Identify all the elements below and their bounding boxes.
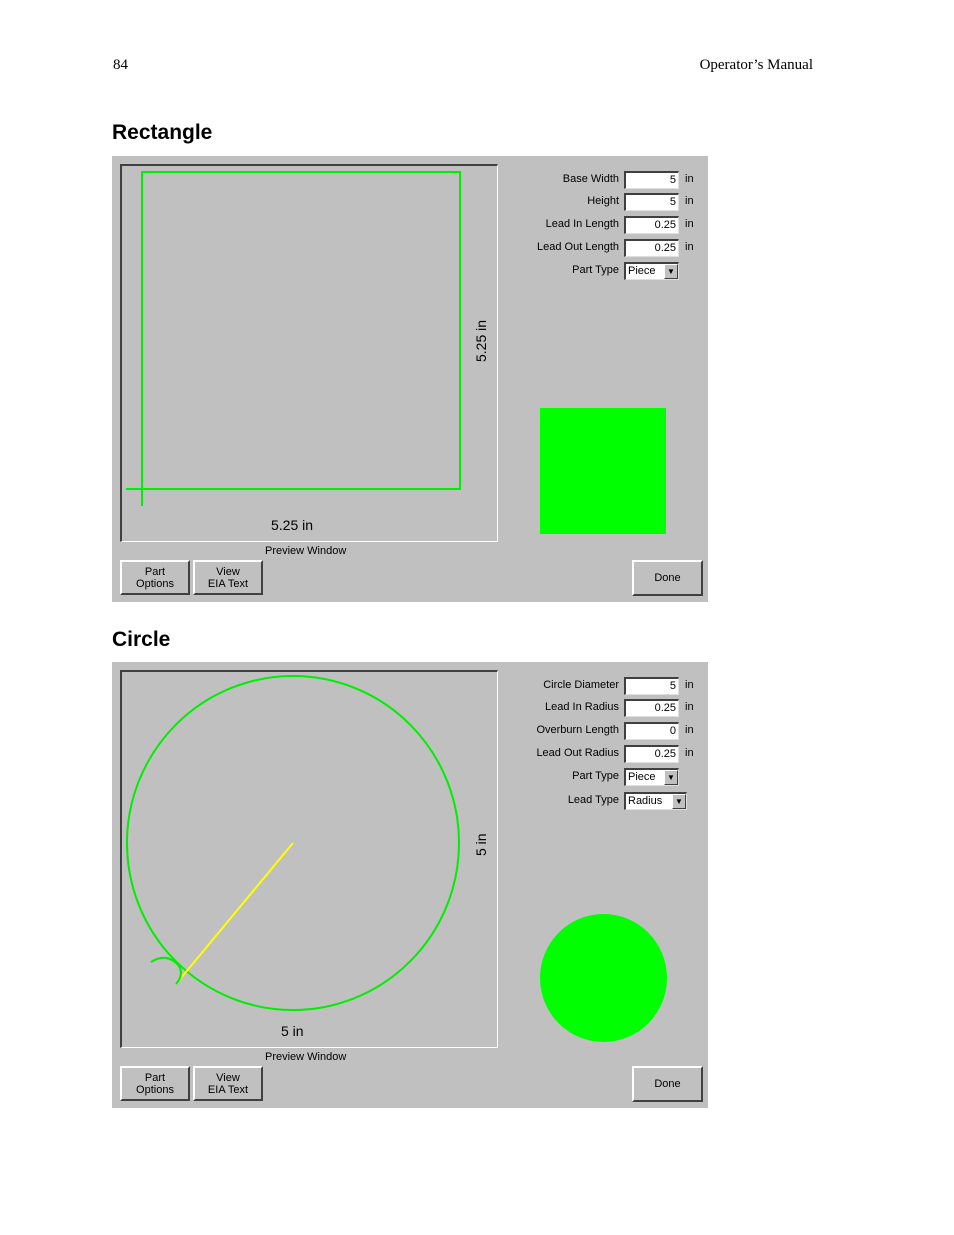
lead-in-radius-input[interactable]: 0.25 (624, 699, 679, 717)
part-options-label-1: Part (144, 565, 166, 578)
part-options-button[interactable]: Part Options (120, 1066, 190, 1101)
lead-in-length-input[interactable]: 0.25 (624, 216, 679, 234)
base-width-unit: in (685, 173, 694, 185)
rectangle-preview-label: Preview Window (265, 545, 347, 557)
circle-shape-swatch (540, 914, 667, 1042)
page-number: 84 (113, 57, 128, 73)
circle-heading: Circle (112, 628, 171, 651)
lead-in-length-row: Lead In Length 0.25 in (530, 216, 700, 234)
lead-type-row: Lead Type Radius ▼ (530, 792, 700, 810)
height-input[interactable]: 5 (624, 193, 679, 211)
lead-out-radius-input[interactable]: 0.25 (624, 745, 679, 763)
lead-out-radius-label: Lead Out Radius (536, 747, 619, 759)
height-label: Height (587, 195, 619, 207)
rectangle-preview-drawing (126, 171, 461, 506)
height-row: Height 5 in (530, 193, 700, 211)
lead-type-value: Radius (628, 795, 663, 807)
circle-diameter-row: Circle Diameter 5 in (530, 677, 700, 695)
lead-out-length-label: Lead Out Length (537, 241, 619, 253)
part-type-label: Part Type (572, 264, 619, 276)
overburn-length-unit: in (685, 724, 694, 736)
rectangle-preview-window: 5.25 in 5.25 in (120, 164, 498, 542)
view-eia-text-button[interactable]: View EIA Text (193, 1066, 263, 1101)
lead-in-radius-row: Lead In Radius 0.25 in (530, 699, 700, 717)
rectangle-shape-swatch (540, 408, 666, 534)
done-button[interactable]: Done (632, 1066, 703, 1102)
lead-in-radius-unit: in (685, 701, 694, 713)
view-label-1: View (216, 1071, 240, 1084)
circle-preview-window: 5 in 5 in (120, 670, 498, 1048)
circle-diameter-label: Circle Diameter (543, 679, 619, 691)
overburn-length-input[interactable]: 0 (624, 722, 679, 740)
circle-preview-label: Preview Window (265, 1051, 347, 1063)
part-options-label-2: Options (136, 1083, 174, 1096)
circle-width-dimension: 5 in (281, 1023, 304, 1039)
rectangle-width-dimension: 5.25 in (271, 517, 314, 533)
rectangle-heading: Rectangle (112, 121, 213, 144)
lead-in-radius-label: Lead In Radius (545, 701, 619, 713)
lead-out-radius-row: Lead Out Radius 0.25 in (530, 745, 700, 763)
view-label-2: EIA Text (207, 577, 249, 590)
chevron-down-icon[interactable]: ▼ (664, 264, 678, 279)
lead-type-label: Lead Type (567, 794, 619, 806)
circle-part-type-row: Part Type Piece ▼ (530, 768, 700, 786)
circle-preview-drawing (126, 675, 460, 1011)
lead-out-length-row: Lead Out Length 0.25 in (530, 239, 700, 257)
overburn-length-row: Overburn Length 0 in (530, 722, 700, 740)
part-options-label-1: Part (144, 1071, 166, 1084)
rectangle-cut-path (141, 171, 461, 490)
overburn-length-label: Overburn Length (536, 724, 619, 736)
part-type-select[interactable]: Piece ▼ (624, 262, 679, 280)
circle-lead-line (175, 842, 294, 985)
circle-part-type-select[interactable]: Piece ▼ (624, 768, 679, 786)
chevron-down-icon[interactable]: ▼ (664, 770, 678, 785)
lead-in-length-label: Lead In Length (545, 218, 619, 230)
lead-type-select[interactable]: Radius ▼ (624, 792, 687, 810)
part-type-value: Piece (628, 265, 656, 277)
rectangle-dialog: 5.25 in 5.25 in Preview Window Base Widt… (112, 156, 708, 602)
view-label-2: EIA Text (207, 1083, 249, 1096)
rectangle-height-dimension: 5.25 in (473, 319, 489, 362)
view-eia-text-button[interactable]: View EIA Text (193, 560, 263, 595)
circle-diameter-unit: in (685, 679, 694, 691)
view-label-1: View (216, 565, 240, 578)
base-width-input[interactable]: 5 (624, 171, 679, 189)
lead-out-length-unit: in (685, 241, 694, 253)
circle-diameter-input[interactable]: 5 (624, 677, 679, 695)
chevron-down-icon[interactable]: ▼ (672, 794, 686, 809)
lead-out-length-input[interactable]: 0.25 (624, 239, 679, 257)
height-unit: in (685, 195, 694, 207)
done-button[interactable]: Done (632, 560, 703, 596)
part-options-button[interactable]: Part Options (120, 560, 190, 595)
part-options-label-2: Options (136, 577, 174, 590)
base-width-row: Base Width 5 in (530, 171, 700, 189)
part-type-row: Part Type Piece ▼ (530, 262, 700, 280)
lead-out-radius-unit: in (685, 747, 694, 759)
circle-height-dimension: 5 in (473, 833, 489, 856)
base-width-label: Base Width (562, 173, 619, 185)
circle-part-type-label: Part Type (572, 770, 619, 782)
lead-in-length-unit: in (685, 218, 694, 230)
circle-part-type-value: Piece (628, 771, 656, 783)
circle-dialog: 5 in 5 in Preview Window Circle Diameter… (112, 662, 708, 1108)
page-header-title: Operator’s Manual (699, 57, 813, 73)
